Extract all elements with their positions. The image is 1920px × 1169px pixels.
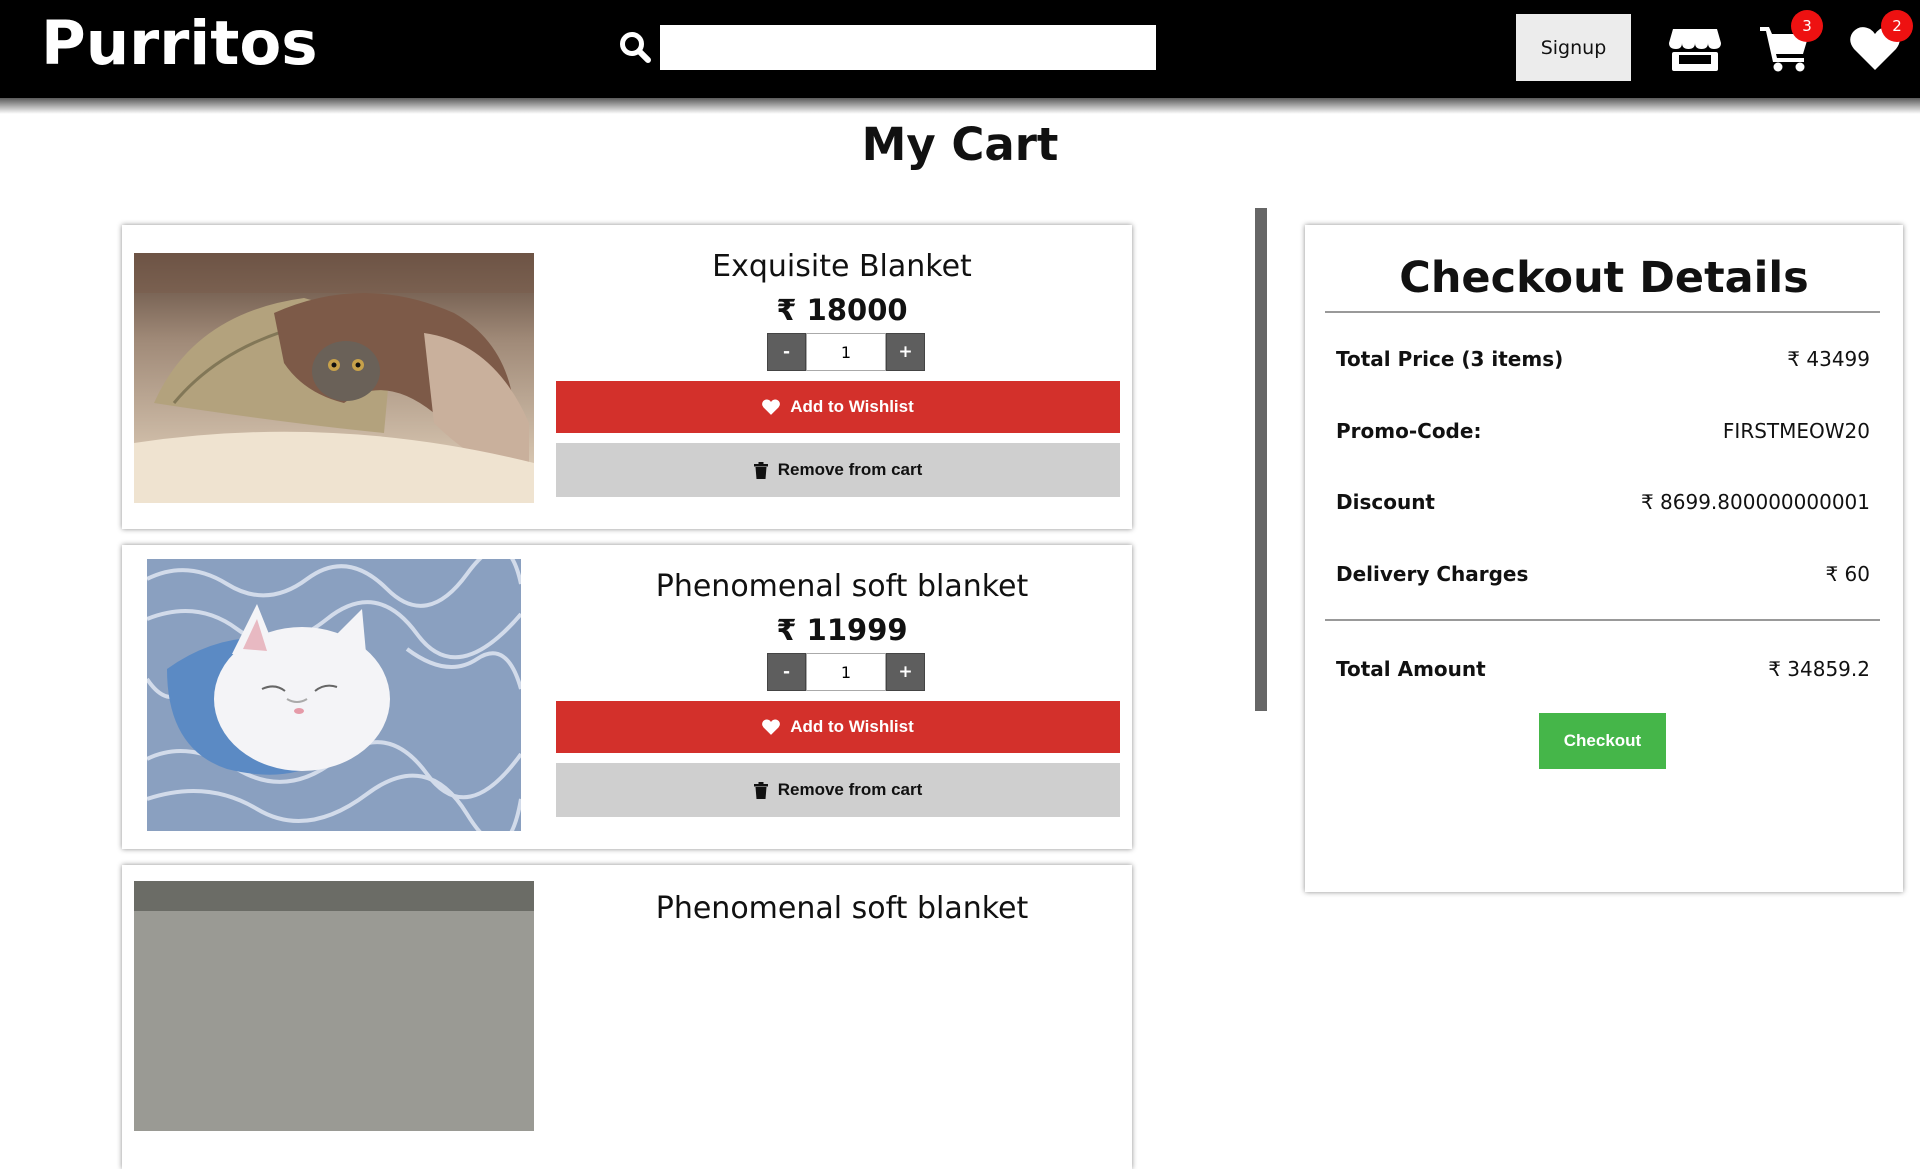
- search-icon[interactable]: [618, 30, 652, 64]
- increase-quantity-button[interactable]: +: [886, 653, 925, 691]
- row-label: Total Price (3 items): [1336, 347, 1564, 371]
- divider: [1325, 619, 1880, 621]
- item-name: Phenomenal soft blanket: [655, 569, 1029, 604]
- decrease-quantity-button[interactable]: -: [767, 333, 806, 371]
- cat-blanket-image: [134, 881, 534, 1131]
- row-label: Total Amount: [1336, 657, 1486, 681]
- wishlist-button-label: Add to Wishlist: [790, 717, 914, 736]
- quantity-input[interactable]: [806, 653, 886, 691]
- quantity-stepper: - +: [767, 653, 925, 691]
- heart-icon: [762, 719, 781, 735]
- white-kitten-blanket-image: [147, 559, 521, 831]
- add-to-wishlist-button[interactable]: Add to Wishlist: [556, 701, 1120, 753]
- cat-under-blanket-image: [134, 253, 534, 503]
- trash-icon: [753, 781, 768, 799]
- store-icon[interactable]: [1669, 27, 1721, 71]
- item-name: Exquisite Blanket: [712, 249, 972, 284]
- top-navbar: Purritos Signup 3 2: [0, 0, 1920, 114]
- item-name: Phenomenal soft blanket: [655, 891, 1029, 926]
- checkout-details-panel: Checkout Details Total Price (3 items) ₹…: [1305, 225, 1903, 892]
- remove-button-label: Remove from cart: [777, 460, 923, 479]
- remove-from-cart-button[interactable]: Remove from cart: [556, 763, 1120, 817]
- add-to-wishlist-button[interactable]: Add to Wishlist: [556, 381, 1120, 433]
- row-value: ₹ 34859.2: [1768, 657, 1870, 681]
- quantity-stepper: - +: [767, 333, 925, 371]
- trash-icon: [753, 461, 768, 479]
- total-amount-row: Total Amount ₹ 34859.2: [1336, 657, 1870, 681]
- quantity-input[interactable]: [806, 333, 886, 371]
- promo-code-row: Promo-Code: FIRSTMEOW20: [1336, 419, 1870, 443]
- remove-from-cart-button[interactable]: Remove from cart: [556, 443, 1120, 497]
- increase-quantity-button[interactable]: +: [886, 333, 925, 371]
- row-label: Delivery Charges: [1336, 562, 1529, 586]
- signup-button[interactable]: Signup: [1516, 14, 1631, 81]
- checkout-title: Checkout Details: [1399, 253, 1809, 303]
- item-price: ₹ 18000: [776, 293, 908, 327]
- decrease-quantity-button[interactable]: -: [767, 653, 806, 691]
- checkout-button[interactable]: Checkout: [1539, 713, 1666, 769]
- remove-button-label: Remove from cart: [777, 780, 923, 799]
- row-value: ₹ 60: [1825, 562, 1870, 586]
- cart-count-badge: 3: [1791, 10, 1823, 42]
- wishlist-button-label: Add to Wishlist: [790, 397, 914, 416]
- row-value: ₹ 8699.800000000001: [1640, 490, 1870, 514]
- wishlist-count-badge: 2: [1881, 10, 1913, 42]
- item-price: ₹ 11999: [776, 613, 908, 647]
- cart-item-card: Phenomenal soft blanket: [122, 865, 1132, 1169]
- brand-logo[interactable]: Purritos: [41, 8, 318, 79]
- row-value: ₹ 43499: [1787, 347, 1870, 371]
- search-input[interactable]: [660, 25, 1156, 70]
- delivery-charges-row: Delivery Charges ₹ 60: [1336, 562, 1870, 586]
- row-label: Promo-Code:: [1336, 419, 1482, 443]
- row-label: Discount: [1336, 490, 1435, 514]
- total-price-row: Total Price (3 items) ₹ 43499: [1336, 347, 1870, 371]
- page-title: My Cart: [861, 118, 1059, 171]
- vertical-divider: [1255, 208, 1267, 711]
- heart-icon: [762, 399, 781, 415]
- discount-row: Discount ₹ 8699.800000000001: [1336, 490, 1870, 514]
- cart-item-card: Phenomenal soft blanket ₹ 11999 - + Add …: [122, 545, 1132, 849]
- row-value: FIRSTMEOW20: [1722, 419, 1870, 443]
- divider: [1325, 311, 1880, 313]
- cart-item-card: Exquisite Blanket ₹ 18000 - + Add to Wis…: [122, 225, 1132, 529]
